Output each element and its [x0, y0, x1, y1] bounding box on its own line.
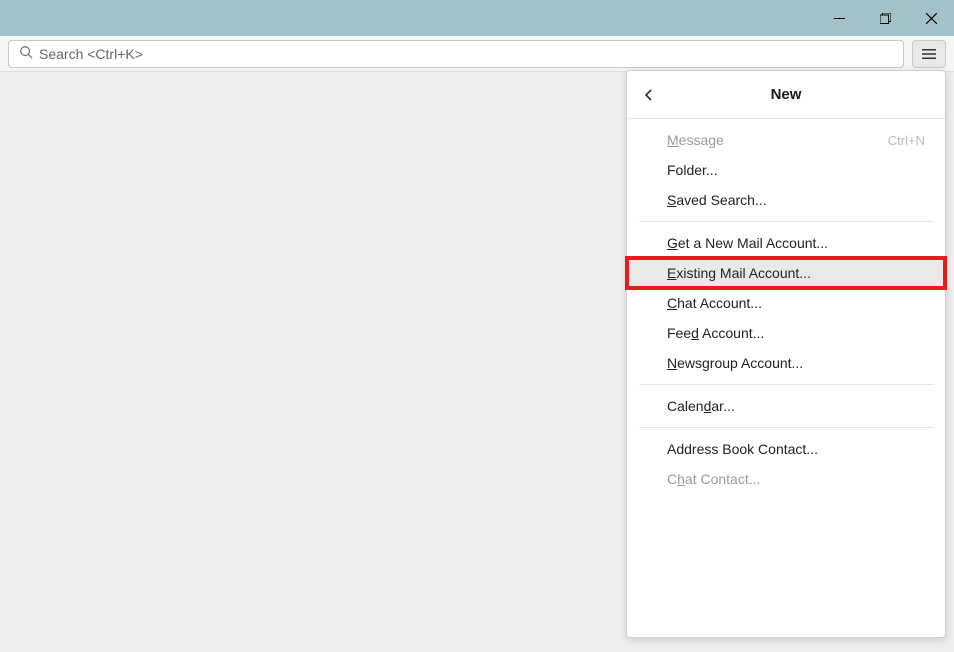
menu-item-newsgroup-account[interactable]: Newsgroup Account...: [627, 348, 945, 378]
maximize-icon: [880, 13, 891, 24]
menu-item-label: Address Book Contact...: [667, 441, 818, 457]
menu-separator: [639, 221, 933, 222]
menu-item-feed-account[interactable]: Feed Account...: [627, 318, 945, 348]
minimize-icon: [834, 13, 845, 24]
search-icon: [19, 45, 33, 62]
menu-item-label: Folder...: [667, 162, 718, 178]
menu-item-saved-search[interactable]: Saved Search...: [627, 185, 945, 215]
menu-separator: [639, 427, 933, 428]
menu-item-shortcut: Ctrl+N: [888, 133, 925, 148]
menu-item-get-a-new-mail-account[interactable]: Get a New Mail Account...: [627, 228, 945, 258]
search-input[interactable]: [39, 46, 893, 62]
back-button[interactable]: [627, 71, 671, 118]
menu-item-label: Chat Account...: [667, 295, 762, 311]
app-menu-button[interactable]: [912, 40, 946, 68]
menu-item-label: Calendar...: [667, 398, 735, 414]
chevron-left-icon: [642, 88, 656, 102]
menu-item-chat-contact: Chat Contact...: [627, 464, 945, 494]
maximize-button[interactable]: [862, 0, 908, 36]
titlebar: [0, 0, 954, 36]
menu-separator: [639, 384, 933, 385]
hamburger-icon: [921, 46, 937, 62]
menu-item-label: Existing Mail Account...: [667, 265, 811, 281]
menu-item-label: Newsgroup Account...: [667, 355, 803, 371]
menu-header: New: [627, 71, 945, 119]
menu-item-folder[interactable]: Folder...: [627, 155, 945, 185]
menu-item-calendar[interactable]: Calendar...: [627, 391, 945, 421]
menu-item-label: Message: [667, 132, 724, 148]
window-controls: [816, 0, 954, 36]
menu-item-label: Get a New Mail Account...: [667, 235, 828, 251]
minimize-button[interactable]: [816, 0, 862, 36]
close-icon: [926, 13, 937, 24]
new-submenu-panel: New Message Ctrl+N Folder... Saved Search..…: [626, 70, 946, 638]
search-box[interactable]: [8, 40, 904, 68]
menu-item-chat-account[interactable]: Chat Account...: [627, 288, 945, 318]
menu-item-label: Chat Contact...: [667, 471, 760, 487]
menu-item-existing-mail-account[interactable]: Existing Mail Account...: [627, 258, 945, 288]
menu-item-label: Feed Account...: [667, 325, 764, 341]
menu-item-label: Saved Search...: [667, 192, 767, 208]
menu-item-message: Message Ctrl+N: [627, 125, 945, 155]
menu-items: Message Ctrl+N Folder... Saved Search... Get…: [627, 119, 945, 500]
close-button[interactable]: [908, 0, 954, 36]
toolbar: [0, 36, 954, 72]
menu-title: New: [627, 86, 945, 103]
menu-item-address-book-contact[interactable]: Address Book Contact...: [627, 434, 945, 464]
